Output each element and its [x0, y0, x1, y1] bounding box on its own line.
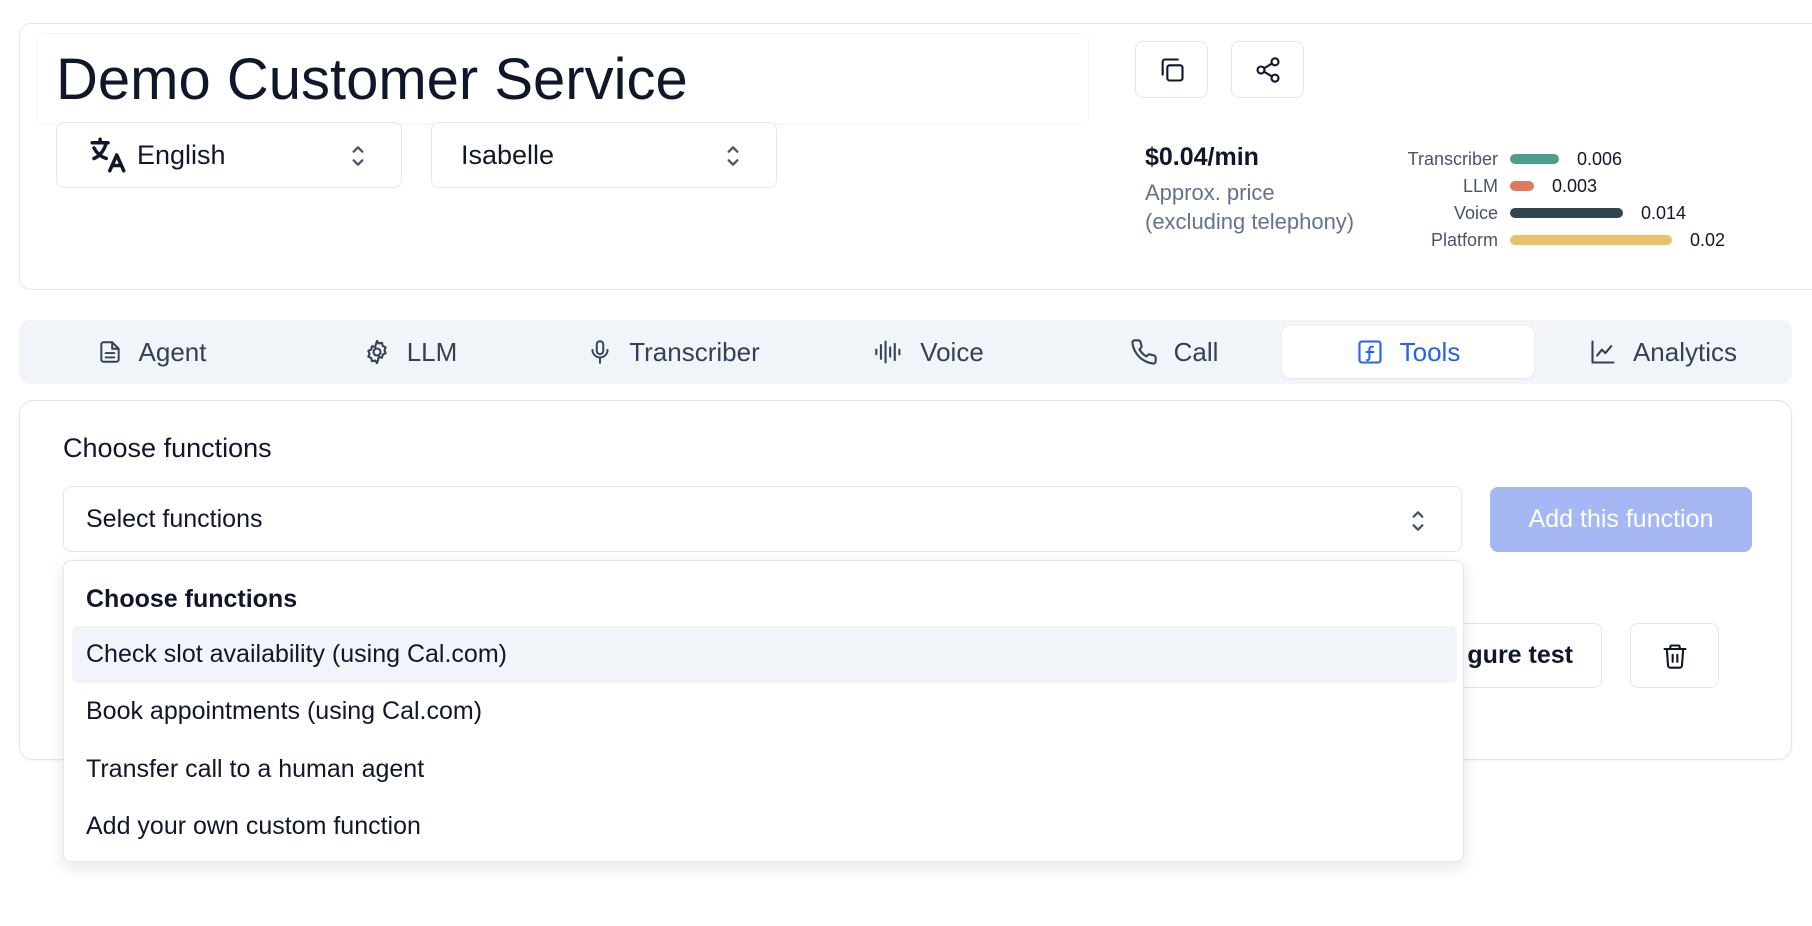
tab-agent[interactable]: Agent: [19, 326, 284, 378]
function-icon: [1358, 340, 1382, 364]
option-label: Transfer call to a human agent: [86, 755, 425, 783]
tab-label: Voice: [920, 336, 984, 367]
breakdown-value: 0.006: [1577, 148, 1623, 169]
share-button[interactable]: [1231, 41, 1304, 98]
breakdown-value: 0.02: [1690, 229, 1726, 250]
tab-voice[interactable]: Voice: [811, 326, 1047, 378]
breakdown-label: Platform: [1430, 229, 1498, 250]
dropdown-option-custom-function[interactable]: Add your own custom function: [72, 798, 1457, 855]
chevron-updown-icon: [352, 146, 364, 166]
phone-icon: [1130, 339, 1157, 365]
price-per-minute: $0.04/min: [1145, 143, 1259, 171]
language-select[interactable]: English: [56, 122, 402, 188]
breakdown-label: Transcriber: [1407, 148, 1498, 169]
voice-select[interactable]: Isabelle: [431, 122, 777, 188]
function-select[interactable]: Select functions: [63, 486, 1462, 552]
section-title: Choose functions: [63, 433, 272, 463]
trash-icon: [1662, 643, 1687, 669]
microphone-icon: [591, 340, 609, 364]
tab-label: Call: [1173, 336, 1219, 367]
functions-dropdown: Choose functions Check slot availability…: [63, 560, 1464, 862]
dropdown-option-book-appointments[interactable]: Book appointments (using Cal.com): [72, 683, 1457, 740]
dropdown-option-transfer-call[interactable]: Transfer call to a human agent: [72, 741, 1457, 798]
tab-tools[interactable]: Tools: [1282, 326, 1534, 378]
tab-label: LLM: [406, 336, 458, 367]
tab-label: Tools: [1399, 336, 1461, 367]
chart-line-icon: [1591, 340, 1615, 364]
share-icon: [1255, 56, 1280, 83]
copy-icon: [1161, 57, 1184, 82]
agent-name-text: Demo Customer Service: [56, 46, 688, 112]
breakdown-bar: [1510, 208, 1623, 218]
tab-transcriber[interactable]: Transcriber: [536, 326, 811, 378]
tab-analytics[interactable]: Analytics: [1534, 326, 1792, 378]
dropdown-option-check-slot[interactable]: Check slot availability (using Cal.com): [72, 626, 1457, 683]
breakdown-row-llm: LLM 0.003: [1360, 175, 1597, 197]
config-tabbar: Agent LLM Transcriber Voice Call Tools A…: [19, 320, 1792, 384]
breakdown-bar: [1510, 235, 1672, 245]
dropdown-header: Choose functions: [86, 585, 298, 613]
function-select-placeholder: Select functions: [86, 504, 263, 533]
tab-label: Transcriber: [629, 336, 760, 367]
breakdown-bar: [1510, 181, 1534, 191]
breakdown-row-voice: Voice 0.014: [1360, 202, 1686, 224]
translate-icon: [90, 137, 126, 173]
breakdown-value: 0.014: [1641, 202, 1687, 223]
breakdown-bar: [1510, 154, 1559, 164]
tab-label: Agent: [138, 336, 207, 367]
tab-label: Analytics: [1632, 336, 1738, 367]
waveform-icon: [875, 340, 901, 364]
breakdown-row-platform: Platform 0.02: [1360, 229, 1725, 251]
cog-icon: [367, 339, 387, 365]
tab-llm[interactable]: LLM: [284, 326, 536, 378]
chevron-updown-icon: [727, 146, 739, 166]
price-note: Approx. price (excluding telephony): [1145, 178, 1385, 236]
option-label: Book appointments (using Cal.com): [86, 697, 483, 725]
option-label: Check slot availability (using Cal.com): [86, 640, 507, 668]
price-note-line1: Approx. price: [1145, 180, 1275, 205]
chevron-updown-icon: [1412, 511, 1424, 531]
document-icon: [99, 341, 120, 363]
option-label: Add your own custom function: [86, 812, 421, 840]
breakdown-value: 0.003: [1552, 175, 1598, 196]
voice-value: Isabelle: [461, 139, 555, 170]
add-function-button[interactable]: Add this function: [1490, 487, 1752, 552]
language-value: English: [137, 139, 226, 170]
tab-call[interactable]: Call: [1047, 326, 1301, 378]
breakdown-label: LLM: [1462, 175, 1498, 196]
delete-button[interactable]: [1630, 623, 1719, 688]
breakdown-label: Voice: [1453, 202, 1498, 223]
breakdown-row-transcriber: Transcriber 0.006: [1360, 148, 1622, 170]
copy-button[interactable]: [1135, 41, 1208, 98]
agent-name-input[interactable]: Demo Customer Service: [37, 33, 1089, 125]
configure-test-label: gure test: [1467, 641, 1573, 669]
price-note-line2: (excluding telephony): [1145, 209, 1355, 234]
